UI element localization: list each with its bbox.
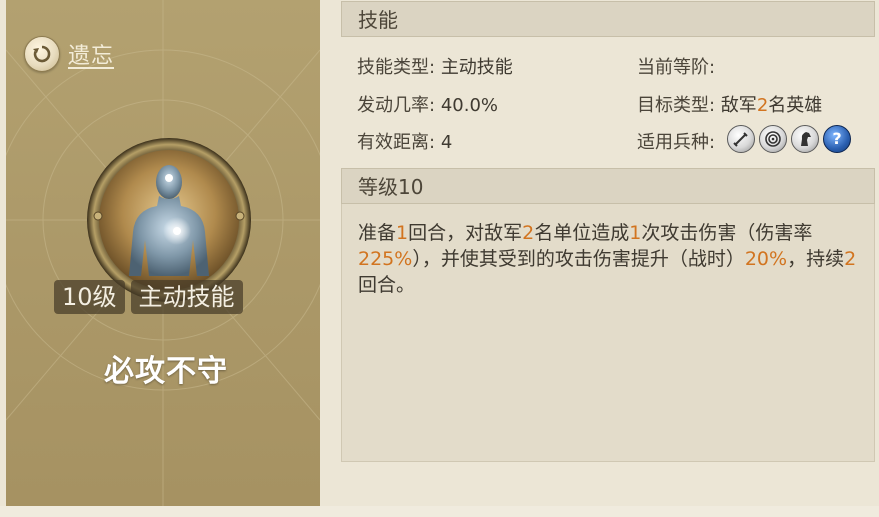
desc-text-3: 名单位造成	[534, 222, 630, 244]
desc-text-2: 回合，对敌军	[408, 222, 523, 244]
troop-icons: ?	[727, 125, 851, 153]
skill-type-row: 技能类型: 主动技能	[357, 53, 513, 79]
skill-type-key: 技能类型:	[357, 57, 436, 78]
troop-types-row: 适用兵种:	[637, 128, 715, 154]
range-value: 4	[440, 132, 453, 153]
target-type-key: 目标类型:	[637, 95, 716, 116]
desc-text-4: 次攻击伤害（伤害率	[641, 222, 813, 244]
trigger-rate-row: 发动几率: 40.0%	[357, 91, 498, 117]
sword-icon[interactable]	[727, 125, 755, 153]
skill-type-badge: 主动技能	[130, 280, 243, 314]
horse-icon[interactable]	[791, 125, 819, 153]
troop-types-key: 适用兵种:	[637, 132, 716, 153]
skill-description: 准备1回合，对敌军2名单位造成1次攻击伤害（伤害率225%），并使其受到的攻击伤…	[341, 204, 875, 462]
desc-num-2: 2	[522, 222, 535, 244]
skill-medallion-icon	[85, 136, 253, 304]
desc-num-4: 225%	[358, 248, 413, 270]
badge-row: 10级 主动技能	[54, 280, 243, 314]
range-row: 有效距离: 4	[357, 128, 452, 154]
level-badge: 10级	[54, 280, 125, 314]
range-key: 有效距离:	[357, 132, 436, 153]
desc-text-7: 回合。	[358, 274, 416, 296]
current-tier-row: 当前等阶:	[637, 53, 715, 79]
skill-card: 遗忘 10级 主动技能 必攻不守	[6, 0, 320, 506]
bottom-strip	[0, 506, 879, 517]
forget-label: 遗忘	[68, 44, 115, 69]
desc-text-1: 准备	[358, 222, 397, 244]
skill-detail-panel: 技能 技能类型: 主动技能 发动几率: 40.0% 有效距离: 4 当前等阶: …	[341, 0, 875, 462]
trigger-rate-key: 发动几率:	[357, 95, 436, 116]
target-type-suffix: 名英雄	[768, 95, 823, 116]
target-type-prefix: 敌军	[720, 95, 757, 116]
skill-type-value: 主动技能	[440, 57, 513, 78]
desc-text-5: ），并使其受到的攻击伤害提升（战时）	[412, 248, 745, 270]
desc-num-1: 1	[396, 222, 409, 244]
desc-text-6: ，持续	[787, 248, 845, 270]
trigger-rate-value: 40.0%	[440, 95, 498, 116]
desc-num-6: 2	[844, 248, 857, 270]
target-type-row: 目标类型: 敌军2名英雄	[637, 91, 822, 117]
question-icon[interactable]: ?	[823, 125, 851, 153]
skill-name: 必攻不守	[104, 354, 228, 389]
desc-num-5: 20%	[744, 248, 788, 270]
target-icon[interactable]	[759, 125, 787, 153]
skills-section-header: 技能	[341, 1, 875, 37]
target-type-count: 2	[756, 95, 769, 116]
desc-num-3: 1	[629, 222, 642, 244]
reset-icon	[24, 36, 60, 72]
current-tier-key: 当前等阶:	[637, 57, 716, 78]
forget-button[interactable]: 遗忘	[24, 36, 114, 72]
level-section-header: 等级10	[341, 168, 875, 204]
